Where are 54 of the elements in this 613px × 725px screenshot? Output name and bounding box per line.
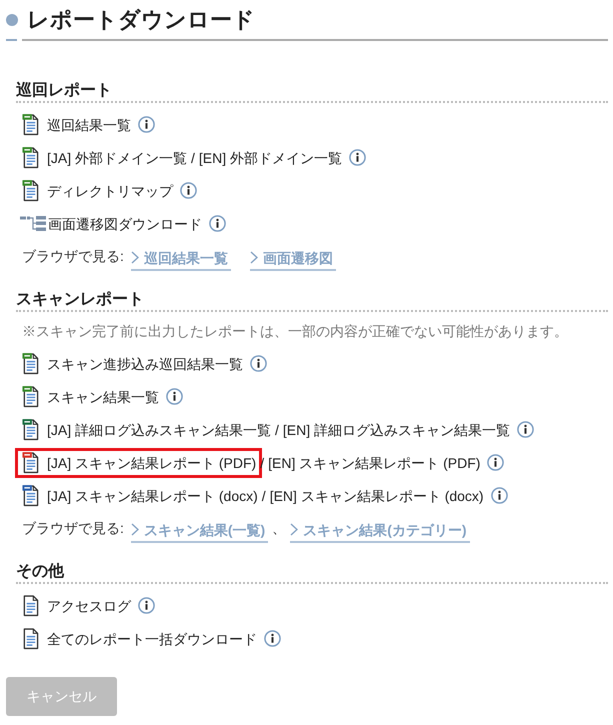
file-icon (22, 484, 39, 507)
separator: / (191, 150, 195, 166)
file-icon (22, 418, 39, 441)
download-link[interactable]: スキャン進捗込み巡回結果一覧 (47, 354, 243, 374)
info-icon[interactable] (264, 630, 281, 647)
file-icon (22, 113, 39, 136)
download-link[interactable]: アクセスログ (47, 596, 131, 616)
download-link[interactable]: [EN] スキャン結果レポート (PDF) (268, 452, 480, 472)
separator: / (262, 488, 266, 504)
info-icon[interactable] (180, 182, 197, 199)
browse-label: ブラウザで見る: (22, 520, 124, 538)
notice-text: ※スキャン完了前に出力したレポートは、一部の内容が正確でない可能性があります。 (22, 323, 568, 341)
download-link[interactable]: 巡回結果一覧 (47, 114, 131, 134)
download-link[interactable]: 全てのレポート一括ダウンロード (47, 628, 257, 648)
chevron-icon (130, 251, 139, 264)
info-icon[interactable] (490, 487, 508, 504)
document-icon (22, 627, 39, 650)
separator: / (260, 454, 264, 470)
file-icon (22, 451, 39, 474)
flowchart-icon (20, 216, 46, 231)
chevron-icon (250, 251, 258, 264)
info-icon[interactable] (517, 421, 534, 438)
file-icon (22, 385, 39, 408)
info-icon[interactable] (250, 355, 267, 372)
separator: / (275, 422, 279, 438)
chevron-icon (290, 523, 298, 536)
download-link[interactable]: [JA] スキャン結果レポート (docx) (47, 486, 258, 506)
info-icon[interactable] (487, 454, 504, 471)
download-link[interactable]: スキャン結果一覧 (47, 386, 159, 406)
section-heading: その他 (16, 562, 64, 582)
section-heading: 巡回レポート (16, 81, 112, 101)
chevron-icon (130, 523, 139, 536)
info-icon[interactable] (209, 215, 226, 232)
download-link[interactable]: [EN] 詳細ログ込みスキャン結果一覧 (282, 420, 510, 440)
section-heading: スキャンレポート (16, 290, 144, 310)
separator: 、 (272, 520, 286, 538)
info-icon[interactable] (349, 149, 366, 166)
browse-label: ブラウザで見る: (22, 248, 124, 266)
file-icon (22, 352, 39, 375)
download-link[interactable]: ディレクトリマップ (47, 180, 173, 200)
download-link[interactable]: [EN] 外部ドメイン一覧 (198, 148, 342, 168)
file-icon (22, 179, 39, 202)
page-title: レポートダウンロード (27, 6, 255, 34)
info-icon[interactable] (166, 388, 183, 405)
info-icon[interactable] (138, 116, 155, 133)
download-link[interactable]: [JA] 詳細ログ込みスキャン結果一覧 (47, 420, 272, 440)
download-link[interactable]: [JA] 外部ドメイン一覧 (47, 148, 188, 168)
document-icon (22, 594, 39, 617)
download-link[interactable]: [EN] スキャン結果レポート (docx) (270, 486, 484, 506)
dot-icon (6, 14, 18, 26)
download-link[interactable]: [JA] スキャン結果レポート (PDF) (47, 452, 256, 472)
info-icon[interactable] (138, 597, 155, 614)
file-icon (22, 146, 39, 169)
download-link[interactable]: 画面遷移図ダウンロード (48, 214, 202, 234)
